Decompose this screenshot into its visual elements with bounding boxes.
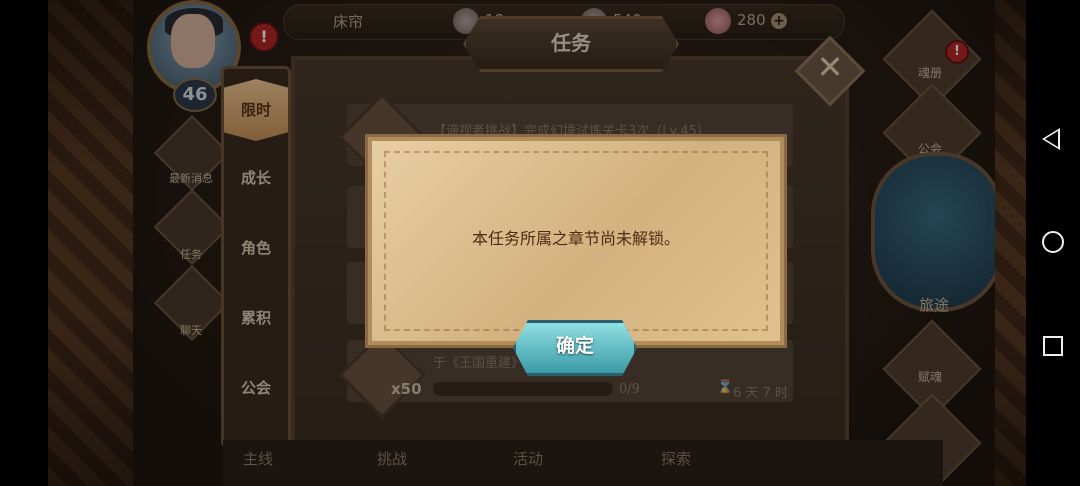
dialog-message: 本任务所属之章节尚未解锁。 — [471, 229, 680, 248]
left-black-bar — [0, 0, 48, 486]
back-triangle-icon[interactable] — [1042, 128, 1060, 150]
system-nav-bar — [1026, 0, 1080, 486]
confirm-button[interactable]: 确定 — [513, 320, 637, 376]
locked-chapter-dialog: 本任务所属之章节尚未解锁。 — [365, 134, 787, 348]
home-circle-icon[interactable] — [1042, 231, 1064, 253]
recent-square-icon[interactable] — [1043, 336, 1063, 356]
game-area: 床帘 18 540 280 + 46 ! 最新消息 任务 聊天 魂册 ! 公会 … — [133, 0, 995, 486]
left-tapestry — [48, 0, 134, 486]
right-tapestry — [995, 0, 1026, 486]
